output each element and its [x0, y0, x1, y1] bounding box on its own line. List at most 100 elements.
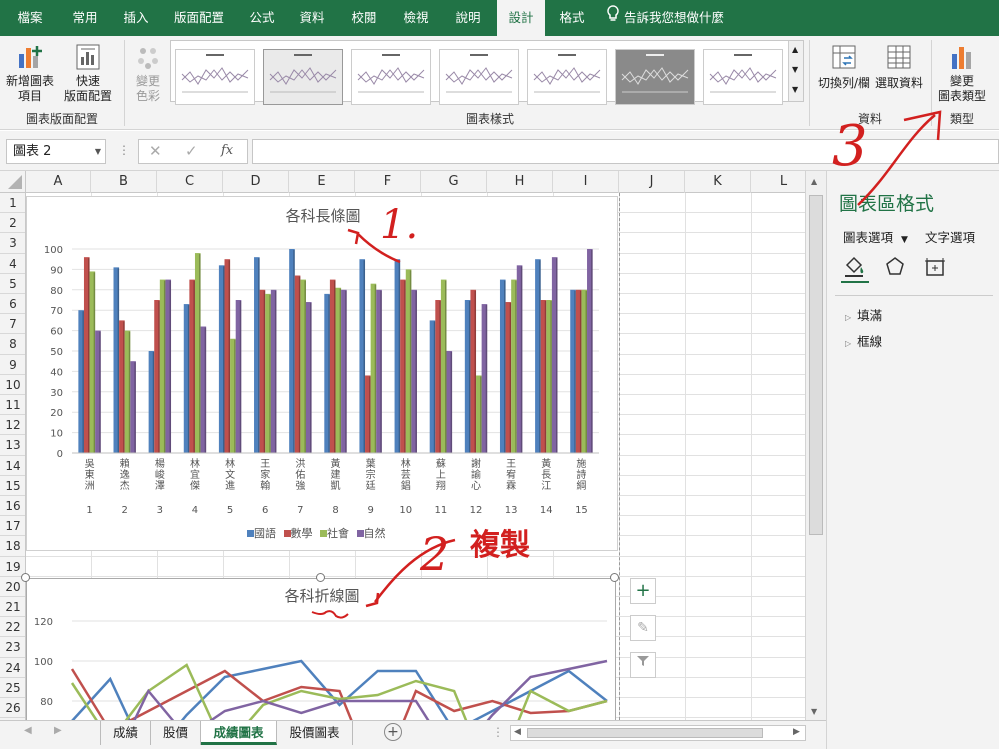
scroll-thumb[interactable] — [809, 195, 823, 535]
scroll-thumb[interactable] — [527, 728, 763, 738]
scroll-down-icon[interactable]: ▼ — [811, 707, 817, 716]
row-header-10[interactable]: 10 — [0, 375, 25, 395]
tab-formulas[interactable]: 公式 — [240, 0, 284, 36]
tab-format[interactable]: 格式 — [550, 0, 594, 36]
row-header-21[interactable]: 21 — [0, 597, 25, 618]
chart-style-6[interactable] — [615, 49, 695, 105]
chart-elements-button[interactable]: + — [630, 578, 656, 604]
row-header-15[interactable]: 15 — [0, 476, 25, 496]
row-header-14[interactable]: 14 — [0, 456, 25, 476]
row-header-7[interactable]: 7 — [0, 314, 25, 335]
row-header-9[interactable]: 9 — [0, 355, 25, 375]
name-box[interactable]: 圖表 2 ▼ — [6, 139, 106, 164]
row-header-23[interactable]: 23 — [0, 637, 25, 658]
chart-style-5[interactable] — [527, 49, 607, 105]
row-header-18[interactable]: 18 — [0, 536, 25, 557]
prev-sheet-icon[interactable]: ◀ — [24, 725, 32, 736]
row-header-4[interactable]: 4 — [0, 254, 25, 274]
row-header-16[interactable]: 16 — [0, 496, 25, 517]
tab-file[interactable]: 檔案 — [8, 0, 52, 36]
row-header-1[interactable]: 1 — [0, 193, 25, 214]
row-header-2[interactable]: 2 — [0, 213, 25, 234]
column-header-a[interactable]: A — [26, 171, 91, 193]
scroll-left-icon[interactable]: ◀ — [514, 727, 521, 737]
sheet-tab-stock-charts[interactable]: 股價圖表 — [277, 721, 353, 745]
row-header-26[interactable]: 26 — [0, 698, 25, 719]
row-header-13[interactable]: 13 — [0, 435, 25, 456]
tab-view[interactable]: 檢視 — [394, 0, 438, 36]
x-category-label: 王宥霖 — [506, 459, 516, 492]
bar-shade — [204, 327, 207, 453]
tab-help[interactable]: 說明 — [446, 0, 490, 36]
row-header-6[interactable]: 6 — [0, 294, 25, 315]
change-chart-type-button[interactable]: 變更 圖表類型 — [934, 42, 990, 106]
chart-style-2[interactable] — [263, 49, 343, 105]
chart-style-3[interactable] — [351, 49, 431, 105]
column-header-e[interactable]: E — [289, 171, 355, 193]
row-header-12[interactable]: 12 — [0, 415, 25, 436]
cancel-icon[interactable]: ✕ — [149, 142, 162, 160]
row-header-5[interactable]: 5 — [0, 274, 25, 294]
column-header-f[interactable]: F — [355, 171, 421, 193]
sheet-tab-scores[interactable]: 成績 — [101, 721, 151, 745]
insert-function-icon[interactable]: fx — [221, 143, 233, 158]
row-header-25[interactable]: 25 — [0, 678, 25, 698]
select-data-button[interactable]: 選取資料 — [872, 42, 926, 102]
column-header-i[interactable]: I — [553, 171, 619, 193]
new-sheet-button[interactable]: + — [384, 723, 402, 741]
row-header-22[interactable]: 22 — [0, 617, 25, 638]
select-all-corner[interactable] — [0, 171, 26, 193]
column-header-g[interactable]: G — [421, 171, 487, 193]
enter-icon[interactable]: ✓ — [185, 142, 198, 160]
chart-filters-button[interactable] — [630, 652, 656, 678]
border-section[interactable]: ▷ 框線 — [845, 331, 882, 350]
switch-row-column-button[interactable]: 切換列/欄 — [814, 42, 874, 102]
chart-styles-button[interactable]: ✎ — [630, 615, 656, 641]
chart-style-7[interactable] — [703, 49, 783, 105]
column-header-h[interactable]: H — [487, 171, 553, 193]
sheet-tab-score-charts[interactable]: 成績圖表 — [201, 721, 277, 745]
row-header-24[interactable]: 24 — [0, 658, 25, 678]
next-sheet-icon[interactable]: ▶ — [54, 725, 62, 736]
tell-me-box[interactable]: 告訴我您想做什麼 — [606, 0, 746, 36]
effects-icon[interactable] — [883, 255, 911, 283]
size-properties-icon[interactable] — [923, 255, 951, 283]
chart-style-4[interactable] — [439, 49, 519, 105]
add-chart-element-button[interactable]: 新增圖表 項目 — [4, 42, 56, 106]
row-header-3[interactable]: 3 — [0, 233, 25, 254]
change-colors-button[interactable]: 變更 色彩 — [128, 42, 168, 106]
row-header-17[interactable]: 17 — [0, 516, 25, 537]
formula-input[interactable] — [252, 139, 999, 164]
tab-chart-options[interactable]: 圖表選項 ▼ — [843, 227, 908, 246]
chart-style-1[interactable] — [175, 49, 255, 105]
resize-handle[interactable] — [21, 573, 30, 582]
gallery-scroll[interactable]: ▲ ▼ ▼ — [788, 41, 803, 101]
sheet-tab-stocks[interactable]: 股價 — [151, 721, 201, 745]
horizontal-scrollbar[interactable]: ◀ ▶ — [510, 725, 806, 741]
tab-data[interactable]: 資料 — [290, 0, 334, 36]
border-section-label: 框線 — [857, 334, 883, 349]
bar-chart[interactable]: 各科長條圖 0 10 20 30 40 50 60 70 80 90 100 吳東洲 1 賴逸杰 2 楊峻澤 3… — [26, 196, 618, 551]
scroll-right-icon[interactable]: ▶ — [793, 727, 800, 737]
fill-section[interactable]: ▷ 填滿 — [845, 305, 882, 324]
resize-handle[interactable] — [316, 573, 325, 582]
row-header-8[interactable]: 8 — [0, 334, 25, 355]
vertical-scrollbar[interactable]: ▲ ▼ — [805, 171, 826, 720]
column-header-b[interactable]: B — [91, 171, 157, 193]
column-header-d[interactable]: D — [223, 171, 289, 193]
resize-handle[interactable] — [610, 573, 619, 582]
tab-home[interactable]: 常用 — [62, 0, 108, 36]
column-header-c[interactable]: C — [157, 171, 223, 193]
line-chart[interactable]: 各科折線圖 80 100 120 — [26, 578, 616, 739]
column-header-k[interactable]: K — [685, 171, 751, 193]
fill-line-icon[interactable] — [841, 255, 869, 283]
tab-review[interactable]: 校閱 — [342, 0, 386, 36]
tab-design[interactable]: 設計 — [497, 0, 545, 36]
scroll-up-icon[interactable]: ▲ — [811, 177, 817, 186]
tab-insert[interactable]: 插入 — [114, 0, 158, 36]
column-header-j[interactable]: J — [619, 171, 685, 193]
quick-layout-button[interactable]: 快速 版面配置 — [58, 42, 118, 106]
tab-page-layout[interactable]: 版面配置 — [166, 0, 232, 36]
tab-text-options[interactable]: 文字選項 — [925, 227, 975, 246]
row-header-11[interactable]: 11 — [0, 395, 25, 416]
